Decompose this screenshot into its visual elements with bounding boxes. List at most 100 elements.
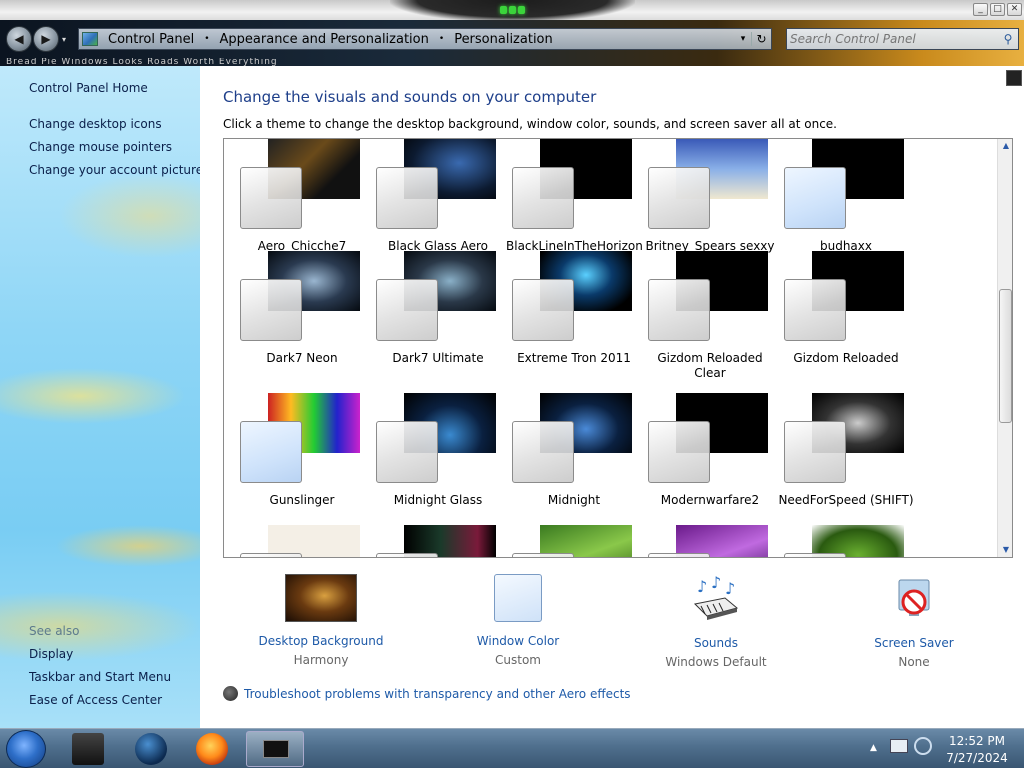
personalization-taskbar-button[interactable]: [246, 731, 304, 767]
address-dropdown-icon[interactable]: ▾: [735, 34, 751, 44]
svg-text:♪: ♪: [711, 574, 721, 592]
desktop-background-link[interactable]: Desktop Background: [241, 634, 401, 648]
theme-window-color-swatch: [648, 421, 710, 483]
svg-text:♪: ♪: [725, 579, 735, 598]
theme-item[interactable]: [360, 505, 496, 557]
back-button[interactable]: ◀: [6, 26, 32, 52]
theme-window-color-swatch: [376, 167, 438, 229]
theme-item[interactable]: Midnight Glass: [360, 373, 496, 513]
search-input[interactable]: [787, 32, 998, 46]
personalization-window-icon: [263, 740, 289, 758]
screen-saver-link[interactable]: Screen Saver: [834, 636, 994, 650]
screen-saver-icon[interactable]: [889, 574, 939, 624]
scrollbar-thumb[interactable]: [999, 289, 1012, 423]
change-mouse-pointers-link[interactable]: Change mouse pointers: [29, 140, 172, 154]
theme-window-color-swatch: [784, 421, 846, 483]
address-bar[interactable]: Control Panel • Appearance and Personali…: [78, 28, 772, 50]
sounds-icon[interactable]: ♪ ♪ ♪: [691, 573, 741, 624]
theme-window-color-swatch: [648, 279, 710, 341]
window-color-value: Custom: [495, 653, 541, 667]
see-also-heading: See also: [29, 624, 80, 638]
theme-window-color-swatch: [512, 279, 574, 341]
troubleshoot-link[interactable]: Troubleshoot problems with transparency …: [244, 687, 631, 701]
forward-button[interactable]: ▶: [33, 26, 59, 52]
theme-window-color-swatch: [784, 553, 846, 557]
theme-gallery-scrollbar[interactable]: ▲ ▼: [997, 139, 1012, 557]
desktop-background-setting[interactable]: Desktop Background Harmony: [241, 574, 401, 667]
theme-item[interactable]: [768, 505, 904, 557]
sounds-setting[interactable]: ♪ ♪ ♪ Sounds Windows Default: [636, 573, 796, 669]
theme-label: Gizdom Reloaded: [793, 351, 899, 365]
theme-window-color-swatch: [512, 553, 574, 557]
theme-item[interactable]: Gizdom Reloaded: [768, 231, 904, 371]
control-panel-home-link[interactable]: Control Panel Home: [29, 81, 148, 95]
show-hidden-icons-button[interactable]: ▲: [870, 743, 877, 753]
personalization-content: Change the visuals and sounds on your co…: [200, 66, 1024, 728]
breadcrumb-control-panel[interactable]: Control Panel: [102, 32, 200, 47]
window-title-bar: _ □ ✕ ◀ ▶ ▾ Control Panel • Appearance a…: [0, 0, 1024, 66]
sounds-value: Windows Default: [665, 655, 767, 669]
theme-window-color-swatch: [648, 553, 710, 557]
breadcrumb-separator[interactable]: •: [435, 34, 448, 44]
ease-of-access-link[interactable]: Ease of Access Center: [29, 693, 162, 707]
desktop-background-icon[interactable]: [285, 574, 357, 622]
refresh-icon[interactable]: ↻: [751, 32, 771, 46]
volume-icon[interactable]: [914, 737, 932, 755]
theme-window-color-swatch: [512, 421, 574, 483]
screen-saver-value: None: [898, 655, 930, 669]
network-icon[interactable]: [890, 739, 908, 753]
screen-saver-setting[interactable]: Screen Saver None: [834, 574, 994, 669]
theme-item[interactable]: [632, 505, 768, 557]
search-icon[interactable]: ⚲: [998, 32, 1018, 46]
taskbar-start-menu-link[interactable]: Taskbar and Start Menu: [29, 670, 171, 684]
theme-item[interactable]: Modernwarfare2: [632, 373, 768, 513]
scroll-up-button[interactable]: ▲: [998, 139, 1012, 153]
scroll-down-button[interactable]: ▼: [998, 543, 1012, 557]
theme-window-color-swatch: [784, 167, 846, 229]
start-button[interactable]: [6, 730, 46, 768]
theme-item[interactable]: NeedForSpeed (SHIFT): [768, 373, 914, 513]
breadcrumb-personalization[interactable]: Personalization: [448, 32, 559, 47]
theme-window-color-swatch: [784, 279, 846, 341]
theme-item[interactable]: Dark7 Ultimate: [360, 231, 496, 371]
maximize-button[interactable]: □: [990, 3, 1005, 16]
theme-item[interactable]: [496, 505, 632, 557]
window-color-icon[interactable]: [494, 574, 542, 622]
theme-window-color-swatch: [376, 421, 438, 483]
taskbar: ▲ 12:52 PM 7/27/2024: [0, 728, 1024, 768]
theme-item[interactable]: Gunslinger: [224, 373, 360, 513]
troubleshoot-row[interactable]: Troubleshoot problems with transparency …: [223, 686, 631, 701]
close-button[interactable]: ✕: [1007, 3, 1022, 16]
firefox-icon[interactable]: [196, 733, 228, 765]
theme-label: Dark7 Neon: [266, 351, 338, 365]
theme-window-color-swatch: [240, 553, 302, 557]
media-player-icon[interactable]: [135, 733, 167, 765]
theme-item[interactable]: Extreme Tron 2011: [496, 231, 632, 371]
help-icon[interactable]: [1006, 70, 1022, 86]
svg-text:♪: ♪: [697, 577, 707, 596]
clock-time[interactable]: 12:52 PM: [942, 734, 1012, 748]
sounds-link[interactable]: Sounds: [636, 636, 796, 650]
theme-window-color-swatch: [240, 279, 302, 341]
page-title: Change the visuals and sounds on your co…: [223, 88, 597, 106]
display-link[interactable]: Display: [29, 647, 73, 661]
theme-label: Dark7 Ultimate: [392, 351, 484, 365]
theme-item[interactable]: Dark7 Neon: [224, 231, 360, 371]
window-color-link[interactable]: Window Color: [438, 634, 598, 648]
desktop-background-value: Harmony: [293, 653, 349, 667]
change-account-picture-link[interactable]: Change your account picture: [29, 163, 203, 177]
theme-item[interactable]: [224, 505, 360, 557]
theme-window-color-swatch: [240, 421, 302, 483]
breadcrumb-separator[interactable]: •: [200, 34, 213, 44]
search-box[interactable]: ⚲: [786, 28, 1019, 50]
theme-gallery: Aero_Chicche7 Black Glass Aero BlackLineIn…: [223, 138, 1013, 558]
change-desktop-icons-link[interactable]: Change desktop icons: [29, 117, 162, 131]
recent-pages-dropdown[interactable]: ▾: [62, 35, 66, 44]
computer-icon[interactable]: [72, 733, 104, 765]
minimize-button[interactable]: _: [973, 3, 988, 16]
breadcrumb-appearance[interactable]: Appearance and Personalization: [214, 32, 435, 47]
theme-item[interactable]: Midnight: [496, 373, 632, 513]
window-color-setting[interactable]: Window Color Custom: [438, 574, 598, 667]
clock-date[interactable]: 7/27/2024: [942, 751, 1012, 765]
theme-item[interactable]: Gizdom Reloaded Clear: [632, 231, 768, 380]
